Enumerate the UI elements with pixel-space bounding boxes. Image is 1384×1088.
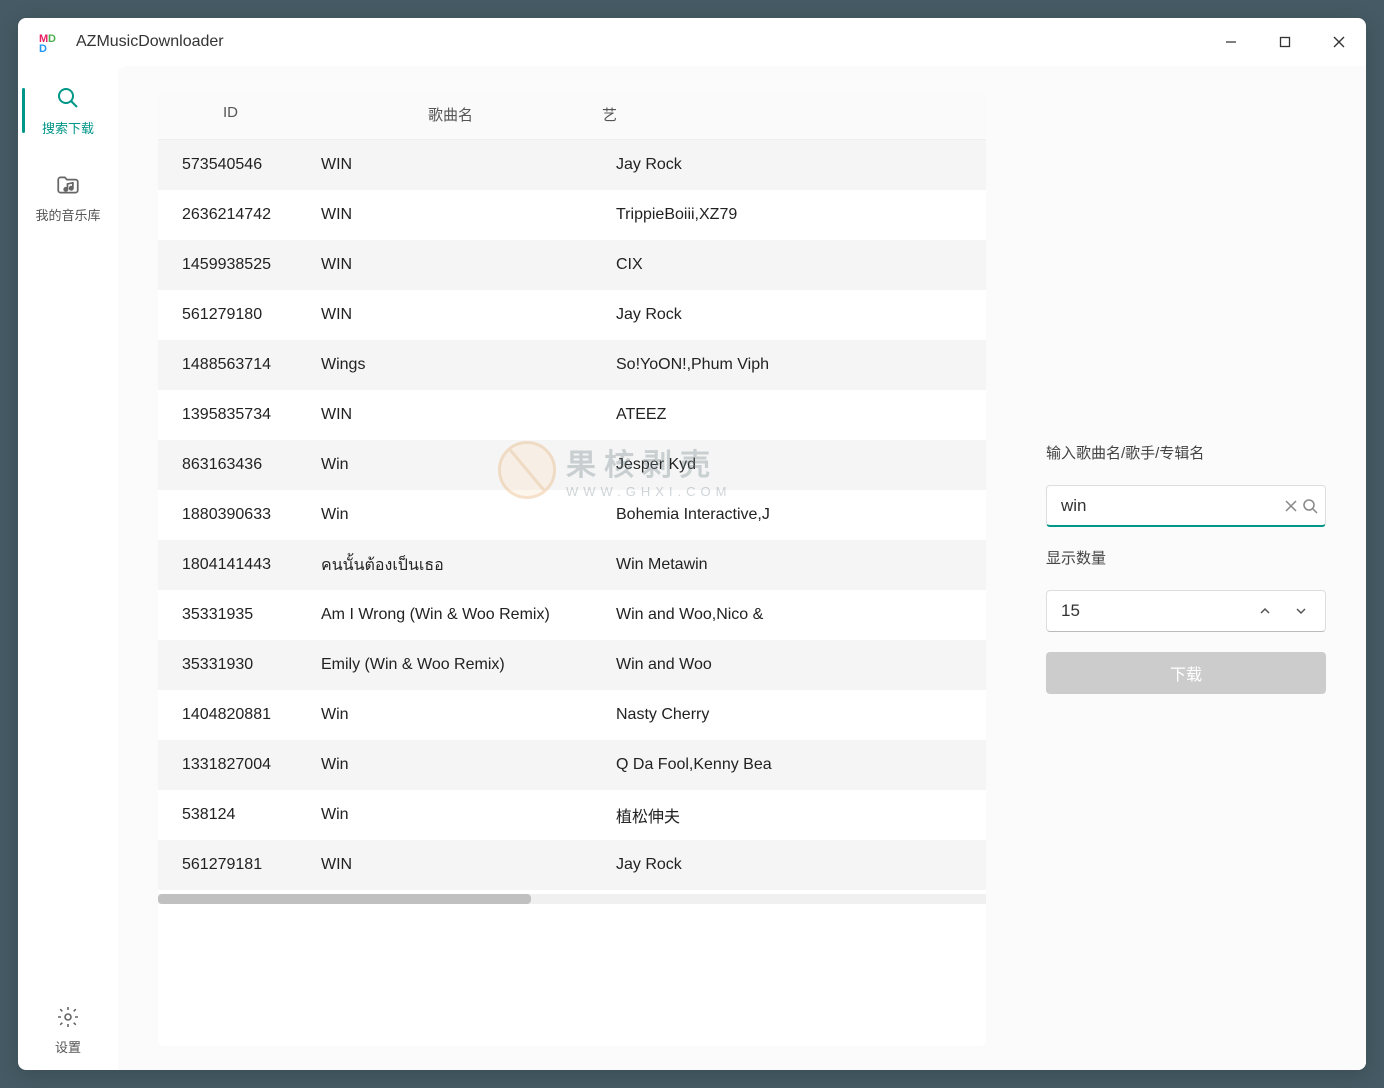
cell-id: 2636214742 [158, 206, 303, 224]
column-header-name[interactable]: 歌曲名 [303, 90, 598, 139]
cell-name: WIN [303, 156, 598, 174]
cell-artist: Nasty Cherry [598, 706, 986, 724]
column-header-artist[interactable]: 艺 [598, 90, 986, 139]
cell-name: คนนั้นต้องเป็นเธอ [303, 553, 598, 578]
table-row[interactable]: 1804141443คนนั้นต้องเป็นเธอWin Metawin [158, 540, 986, 590]
table-row[interactable]: 35331930Emily (Win & Woo Remix)Win and W… [158, 640, 986, 690]
sidebar-item-my-library[interactable]: 我的音乐库 [18, 157, 118, 238]
table-row[interactable]: 573540546WINJay Rock [158, 140, 986, 190]
cell-name: WIN [303, 206, 598, 224]
search-box [1046, 485, 1326, 527]
cell-id: 1880390633 [158, 506, 303, 524]
cell-name: Emily (Win & Woo Remix) [303, 656, 598, 674]
cell-name: Wings [303, 356, 598, 374]
cell-id: 1488563714 [158, 356, 303, 374]
table-row[interactable]: 1459938525WINCIX [158, 240, 986, 290]
table-row[interactable]: 1395835734WINATEEZ [158, 390, 986, 440]
results-table: ID 歌曲名 艺 573540546WINJay Rock2636214742W… [158, 90, 986, 1046]
cell-artist: Bohemia Interactive,J [598, 506, 986, 524]
minimize-button[interactable] [1204, 18, 1258, 66]
cell-name: Win [303, 456, 598, 474]
svg-text:D: D [48, 33, 56, 45]
cell-id: 561279180 [158, 306, 303, 324]
cell-id: 561279181 [158, 856, 303, 874]
download-button[interactable]: 下载 [1046, 652, 1326, 694]
clear-icon[interactable] [1282, 488, 1301, 524]
search-panel: 输入歌曲名/歌手/专辑名 显示数量 15 [1046, 90, 1326, 1046]
svg-text:D: D [39, 43, 47, 54]
table-row[interactable]: 1404820881WinNasty Cherry [158, 690, 986, 740]
gear-icon [54, 1003, 82, 1031]
titlebar: MDD AZMusicDownloader [18, 18, 1366, 66]
table-row[interactable]: 2636214742WINTrippieBoiii,XZ79 [158, 190, 986, 240]
search-label: 输入歌曲名/歌手/专辑名 [1046, 442, 1326, 463]
cell-artist: Win and Woo [598, 656, 986, 674]
sidebar-item-label: 搜索下载 [42, 118, 94, 137]
cell-name: WIN [303, 306, 598, 324]
cell-artist: So!YoON!,Phum Viph [598, 356, 986, 374]
cell-id: 573540546 [158, 156, 303, 174]
search-input[interactable] [1061, 496, 1282, 516]
table-row[interactable]: 538124Win植松伸夫 [158, 790, 986, 840]
sidebar-item-settings[interactable]: 设置 [18, 989, 118, 1070]
table-row[interactable]: 561279181WINJay Rock [158, 840, 986, 890]
app-window: MDD AZMusicDownloader 搜索下载 [18, 18, 1366, 1070]
table-row[interactable]: 561279180WINJay Rock [158, 290, 986, 340]
table-row[interactable]: 1331827004WinQ Da Fool,Kenny Bea [158, 740, 986, 790]
column-header-id[interactable]: ID [158, 90, 303, 139]
cell-artist: Jay Rock [598, 856, 986, 874]
scrollbar-thumb[interactable] [158, 894, 531, 904]
cell-id: 35331930 [158, 656, 303, 674]
cell-artist: Jesper Kyd [598, 456, 986, 474]
cell-name: WIN [303, 406, 598, 424]
sidebar-item-label: 我的音乐库 [35, 205, 100, 224]
cell-artist: Jay Rock [598, 306, 986, 324]
app-title: AZMusicDownloader [76, 33, 1204, 51]
sidebar-item-label: 设置 [55, 1037, 81, 1056]
cell-id: 1804141443 [158, 556, 303, 574]
cell-artist: TrippieBoiii,XZ79 [598, 206, 986, 224]
horizontal-scrollbar[interactable] [158, 894, 986, 904]
cell-name: Win [303, 506, 598, 524]
cell-id: 863163436 [158, 456, 303, 474]
cell-name: Am I Wrong (Win & Woo Remix) [303, 606, 598, 624]
table-row[interactable]: 1880390633WinBohemia Interactive,J [158, 490, 986, 540]
count-label: 显示数量 [1046, 547, 1326, 568]
cell-name: WIN [303, 856, 598, 874]
main-content: ID 歌曲名 艺 573540546WINJay Rock2636214742W… [118, 66, 1366, 1070]
table-header: ID 歌曲名 艺 [158, 90, 986, 140]
sidebar-item-search-download[interactable]: 搜索下载 [22, 70, 114, 151]
cell-artist: Win and Woo,Nico & [598, 606, 986, 624]
chevron-down-icon[interactable] [1283, 593, 1319, 629]
table-row[interactable]: 1488563714WingsSo!YoON!,Phum Viph [158, 340, 986, 390]
maximize-button[interactable] [1258, 18, 1312, 66]
cell-id: 1459938525 [158, 256, 303, 274]
folder-music-icon [54, 171, 82, 199]
cell-name: Win [303, 706, 598, 724]
table-row[interactable]: 863163436WinJesper Kyd [158, 440, 986, 490]
cell-name: Win [303, 756, 598, 774]
search-icon[interactable] [1301, 488, 1320, 524]
cell-name: Win [303, 806, 598, 824]
cell-id: 538124 [158, 806, 303, 824]
count-value: 15 [1061, 601, 1247, 621]
cell-id: 1331827004 [158, 756, 303, 774]
cell-id: 35331935 [158, 606, 303, 624]
cell-artist: Q Da Fool,Kenny Bea [598, 756, 986, 774]
cell-name: WIN [303, 256, 598, 274]
table-row[interactable]: 35331935Am I Wrong (Win & Woo Remix)Win … [158, 590, 986, 640]
close-button[interactable] [1312, 18, 1366, 66]
app-logo-icon: MDD [38, 30, 62, 54]
cell-artist: Jay Rock [598, 156, 986, 174]
cell-artist: CIX [598, 256, 986, 274]
cell-id: 1395835734 [158, 406, 303, 424]
cell-artist: Win Metawin [598, 556, 986, 574]
cell-artist: ATEEZ [598, 406, 986, 424]
sidebar: 搜索下载 我的音乐库 设置 [18, 66, 118, 1070]
cell-artist: 植松伸夫 [598, 803, 986, 827]
search-icon [54, 84, 82, 112]
chevron-up-icon[interactable] [1247, 593, 1283, 629]
count-spinner[interactable]: 15 [1046, 590, 1326, 632]
cell-id: 1404820881 [158, 706, 303, 724]
